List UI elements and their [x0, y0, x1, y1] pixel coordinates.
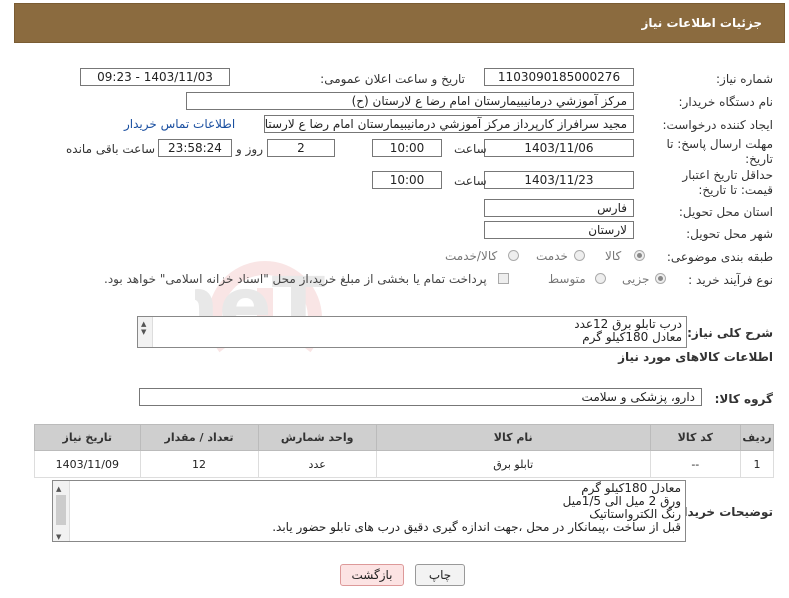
need-number-field[interactable]: 1103090185000276	[484, 68, 634, 86]
scroll-down-icon[interactable]: ▼	[141, 326, 146, 339]
buyer-notes-line: ورق 2 میل الی 1/5میل	[562, 494, 681, 508]
announce-datetime-label: تاریخ و ساعت اعلان عمومی:	[320, 72, 465, 86]
price-validity-label: حداقل تاریخ اعتبار قیمت: تا تاریخ:	[682, 168, 773, 197]
goods-table-header-row: ردیف کد کالا نام کالا واحد شمارش تعداد /…	[34, 424, 774, 451]
table-row[interactable]: 1 -- تابلو برق عدد 12 1403/11/09	[34, 450, 774, 478]
price-validity-time-label: ساعت	[454, 174, 487, 188]
requester-label: ایجاد کننده درخواست:	[662, 118, 773, 132]
col-need-date: تاریخ نیاز	[34, 424, 141, 451]
col-item-name: نام کالا	[375, 424, 651, 451]
buyer-notes-label: توضیحات خریدار:	[671, 505, 773, 519]
category-service-label: خدمت	[536, 249, 568, 263]
price-validity-date-field[interactable]: 1403/11/23	[484, 171, 634, 189]
category-service-radio[interactable]	[574, 250, 585, 261]
buyer-notes-textarea[interactable]: معادل 180کیلو گرم ورق 2 میل الی 1/5میل ر…	[52, 480, 686, 542]
col-row-number: ردیف	[740, 424, 774, 451]
deadline-time-label: ساعت	[454, 142, 487, 156]
summary-label: شرح کلی نیاز:	[687, 326, 773, 340]
deadline-remaining-field[interactable]: 23:58:24	[158, 139, 232, 157]
deadline-date-field[interactable]: 1403/11/06	[484, 139, 634, 157]
purchase-minor-label: جزیی	[622, 272, 650, 286]
goods-table: ردیف کد کالا نام کالا واحد شمارش تعداد /…	[34, 424, 774, 478]
cell-quantity: 12	[139, 450, 259, 478]
city-field[interactable]: لارستان	[484, 221, 634, 239]
city-label: شهر محل تحویل:	[686, 227, 773, 241]
province-label: استان محل تحویل:	[678, 205, 773, 219]
need-number-label: شماره نیاز:	[716, 72, 773, 86]
scroll-thumb[interactable]	[56, 495, 66, 525]
cell-row-number: 1	[740, 450, 774, 478]
buyer-notes-line: قبل از ساخت ،پیمانکار در محل ،جهت اندازه…	[272, 520, 681, 534]
category-goods-label: کالا	[605, 249, 622, 263]
summary-scrollbar[interactable]: ▲ ▼	[138, 317, 153, 347]
goods-group-field[interactable]: دارو، پزشکی و سلامت	[139, 388, 702, 406]
col-unit: واحد شمارش	[257, 424, 377, 451]
cell-item-code: --	[649, 450, 742, 478]
province-field[interactable]: فارس	[484, 199, 634, 217]
cell-item-name: تابلو برق	[375, 450, 651, 478]
purchase-type-label: نوع فرآیند خرید :	[688, 273, 773, 287]
col-item-code: کد کالا	[649, 424, 742, 451]
col-quantity: تعداد / مقدار	[139, 424, 259, 451]
deadline-remaining-label: ساعت باقی مانده	[66, 142, 156, 156]
page-header: جزئیات اطلاعات نیاز	[14, 3, 785, 43]
purchase-medium-radio[interactable]	[595, 273, 606, 284]
treasury-docs-note: پرداخت تمام یا بخشی از مبلغ خرید،از محل …	[104, 272, 487, 286]
goods-section-title: اطلاعات کالاهای مورد نیاز	[618, 350, 773, 364]
summary-textarea[interactable]: درب تابلو برق 12عدد معادل 180کیلو گرم ▲ …	[137, 316, 687, 348]
goods-group-label: گروه کالا:	[714, 392, 773, 406]
announce-datetime-field[interactable]: 1403/11/03 - 09:23	[80, 68, 230, 86]
print-button[interactable]: چاپ	[415, 564, 465, 586]
category-goods-service-label: کالا/خدمت	[445, 249, 498, 263]
treasury-docs-checkbox[interactable]	[498, 273, 509, 284]
page-title: جزئیات اطلاعات نیاز	[641, 16, 762, 30]
back-button[interactable]: بازگشت	[340, 564, 404, 586]
buyer-contact-link[interactable]: اطلاعات تماس خریدار	[124, 117, 235, 131]
category-goods-service-radio[interactable]	[508, 250, 519, 261]
requester-field[interactable]: مجید سرافراز کارپرداز مرکز آموزشي درماني…	[264, 115, 634, 133]
buyer-org-label: نام دستگاه خریدار:	[678, 95, 774, 109]
deadline-time-field[interactable]: 10:00	[372, 139, 442, 157]
buyer-org-field[interactable]: مرکز آموزشي درمانيبيمارستان امام رضا ع ل…	[186, 92, 634, 110]
deadline-days-field[interactable]: 2	[267, 139, 335, 157]
purchase-minor-radio[interactable]	[655, 273, 666, 284]
purchase-medium-label: متوسط	[548, 272, 586, 286]
cell-unit: عدد	[257, 450, 377, 478]
category-goods-radio[interactable]	[634, 250, 645, 261]
deadline-days-label: روز و	[236, 142, 263, 156]
category-label: طبقه بندی موضوعی:	[666, 250, 773, 264]
price-validity-time-field[interactable]: 10:00	[372, 171, 442, 189]
deadline-label: مهلت ارسال پاسخ: تا تاریخ:	[666, 137, 773, 166]
cell-need-date: 1403/11/09	[34, 450, 141, 478]
buyer-notes-scrollbar[interactable]: ▲ ▼	[53, 481, 70, 541]
summary-line: معادل 180کیلو گرم	[582, 330, 682, 344]
scroll-down-icon[interactable]: ▼	[56, 531, 61, 541]
